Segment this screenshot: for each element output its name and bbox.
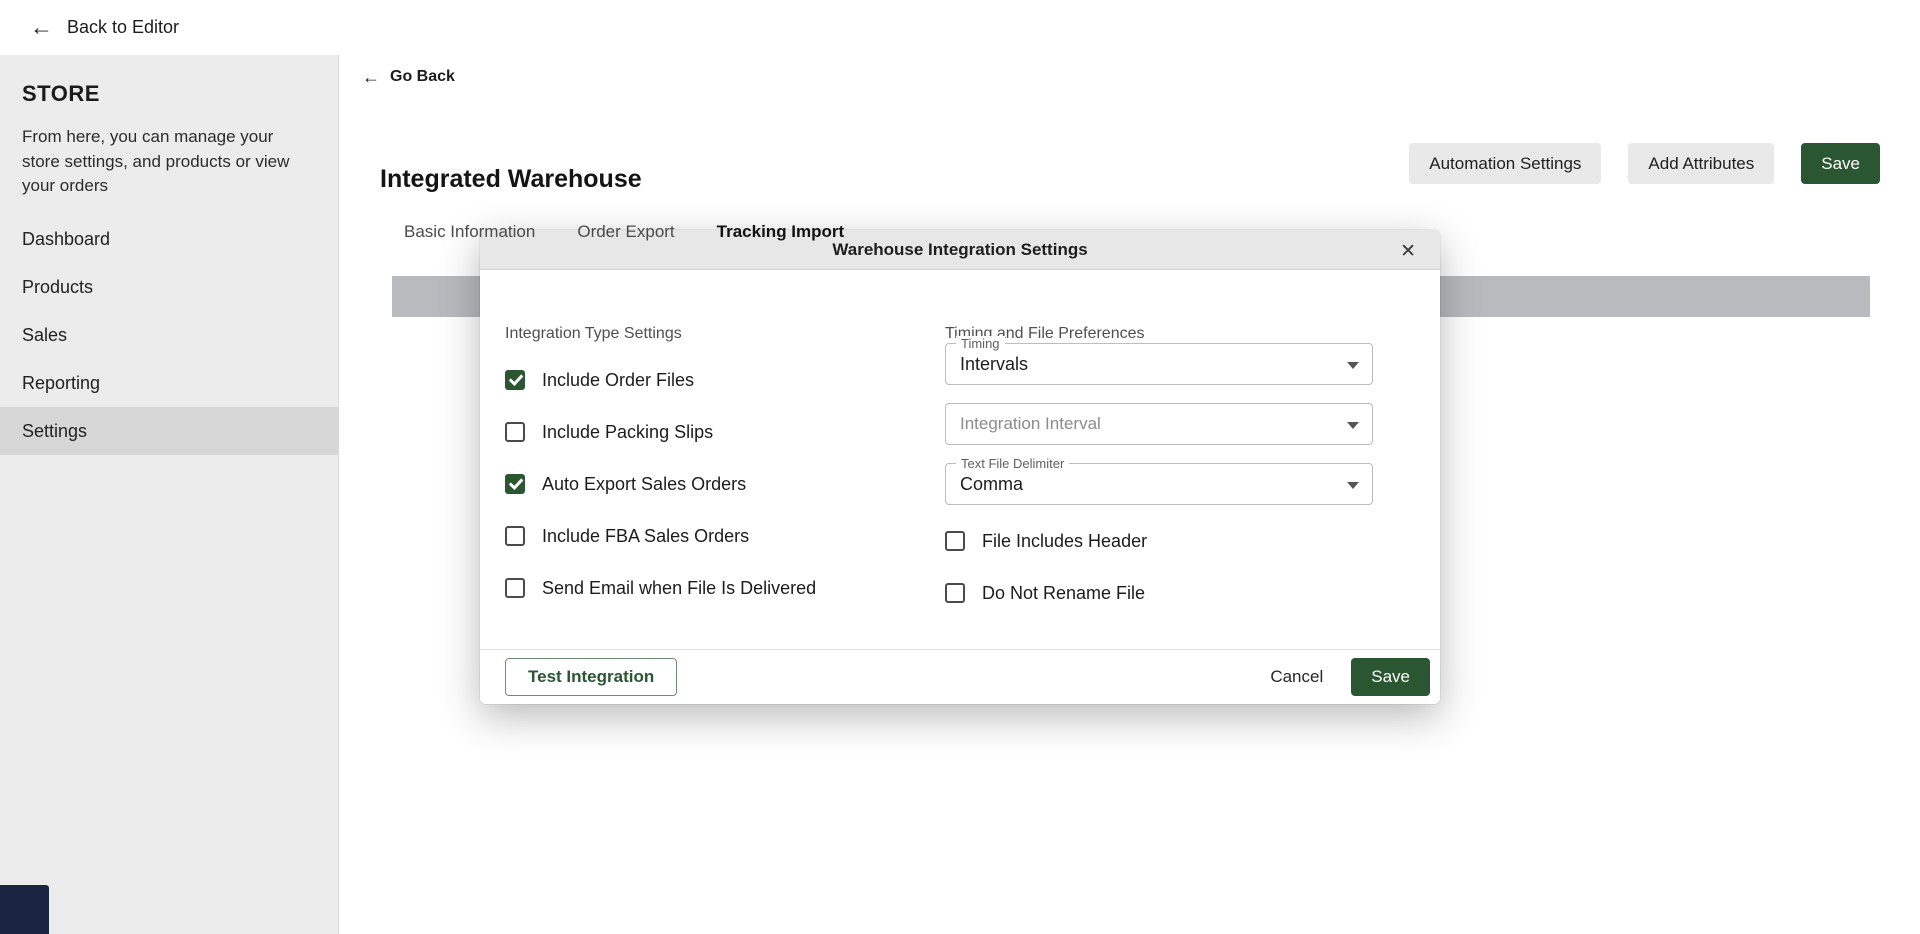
- checkbox-include-packing-slips: [505, 422, 525, 442]
- page-title: Integrated Warehouse: [380, 164, 642, 193]
- go-back-arrow-icon: ←: [362, 67, 380, 87]
- checkbox-auto-export-sales-orders: [505, 474, 525, 494]
- checkbox-label: Send Email when File Is Delivered: [542, 577, 817, 598]
- sidebar-nav: Dashboard Products Sales Reporting Setti…: [0, 215, 338, 455]
- page-save-button[interactable]: Save: [1801, 143, 1880, 184]
- close-icon[interactable]: ✕: [1400, 242, 1416, 261]
- integration-interval-select-value: Integration Interval: [960, 414, 1101, 433]
- checkbox-send-email-when-file-delivered: [505, 578, 525, 598]
- checkbox-label: File Includes Header: [982, 530, 1148, 551]
- automation-settings-button[interactable]: Automation Settings: [1409, 143, 1602, 184]
- timing-select-value: Intervals: [960, 353, 1029, 374]
- sidebar-title: STORE: [22, 81, 100, 106]
- dialog-body: Integration Type Settings Include Order …: [480, 270, 1440, 696]
- checkbox-row-include-order-files[interactable]: Include Order Files: [505, 369, 935, 391]
- checkbox-label: Include Packing Slips: [542, 421, 714, 442]
- chevron-down-icon: [1347, 482, 1359, 489]
- back-arrow-icon: ←: [30, 14, 53, 40]
- dialog-footer: Cancel Save: [480, 649, 1440, 704]
- sidebar-item-sales[interactable]: Sales: [0, 311, 338, 359]
- chevron-down-icon: [1347, 422, 1359, 429]
- checkbox-label: Auto Export Sales Orders: [542, 473, 747, 494]
- sidebar-item-reporting[interactable]: Reporting: [0, 359, 338, 407]
- integration-type-column: Integration Type Settings Include Order …: [505, 324, 935, 696]
- text-file-delimiter-select[interactable]: Text File Delimiter Comma: [945, 456, 1373, 505]
- integration-type-checkbox-list: Include Order Files Include Packing Slip…: [505, 369, 935, 599]
- checkbox-row-include-packing-slips[interactable]: Include Packing Slips: [505, 421, 935, 443]
- sidebar-description: From here, you can manage your store set…: [22, 127, 290, 196]
- tab-basic-information[interactable]: Basic Information: [404, 222, 535, 242]
- text-file-delimiter-select-label: Text File Delimiter: [956, 456, 1070, 471]
- timing-select[interactable]: Timing Intervals: [945, 336, 1373, 385]
- tabs: Basic Information Order Export Tracking …: [404, 222, 844, 242]
- checkbox-label: Include Order Files: [542, 369, 695, 390]
- file-preferences-checkbox-list: File Includes Header Do Not Rename File: [945, 530, 1377, 604]
- integration-type-section-label: Integration Type Settings: [505, 325, 682, 342]
- go-back-button[interactable]: ← Go Back: [362, 68, 455, 86]
- text-file-delimiter-select-value: Comma: [960, 473, 1024, 494]
- checkbox-row-file-includes-header[interactable]: File Includes Header: [945, 530, 1377, 552]
- back-to-editor-label: Back to Editor: [67, 17, 180, 37]
- checkbox-row-send-email-when-file-delivered[interactable]: Send Email when File Is Delivered: [505, 577, 935, 599]
- sidebar: STORE From here, you can manage your sto…: [0, 55, 339, 934]
- integration-interval-select[interactable]: Integration Interval: [945, 403, 1373, 445]
- dialog-save-button[interactable]: Save: [1351, 658, 1430, 696]
- topbar: ← Back to Editor: [0, 0, 1920, 55]
- add-attributes-button[interactable]: Add Attributes: [1628, 143, 1775, 184]
- cancel-button[interactable]: Cancel: [1256, 659, 1337, 695]
- checkbox-row-include-fba-sales-orders[interactable]: Include FBA Sales Orders: [505, 525, 935, 547]
- page-header-actions: Automation Settings Add Attributes Save: [1409, 143, 1880, 184]
- go-back-label: Go Back: [390, 68, 455, 85]
- dialog-title: Warehouse Integration Settings: [832, 239, 1088, 259]
- tab-tracking-import[interactable]: Tracking Import: [717, 222, 845, 242]
- sidebar-item-products[interactable]: Products: [0, 263, 338, 311]
- checkbox-file-includes-header: [945, 531, 965, 551]
- corner-widget[interactable]: [0, 885, 49, 934]
- checkbox-row-auto-export-sales-orders[interactable]: Auto Export Sales Orders: [505, 473, 935, 495]
- sidebar-item-settings[interactable]: Settings: [0, 406, 338, 455]
- chevron-down-icon: [1347, 362, 1359, 369]
- checkbox-include-fba-sales-orders: [505, 526, 525, 546]
- checkbox-include-order-files: [505, 370, 525, 390]
- checkbox-label: Do Not Rename File: [982, 582, 1146, 603]
- back-to-editor-button[interactable]: ← Back to Editor: [30, 16, 179, 39]
- checkbox-label: Include FBA Sales Orders: [542, 525, 750, 546]
- tab-order-export[interactable]: Order Export: [577, 222, 674, 242]
- sidebar-item-dashboard[interactable]: Dashboard: [0, 215, 338, 263]
- timing-section-label: Timing and File Preferences: [945, 325, 1145, 342]
- timing-preferences-column: Timing and File Preferences Timing Inter…: [945, 324, 1377, 634]
- timing-select-label: Timing: [956, 336, 1005, 351]
- checkbox-do-not-rename-file: [945, 583, 965, 603]
- warehouse-integration-settings-dialog: Warehouse Integration Settings ✕ Integra…: [480, 230, 1440, 704]
- checkbox-row-do-not-rename-file[interactable]: Do Not Rename File: [945, 582, 1377, 604]
